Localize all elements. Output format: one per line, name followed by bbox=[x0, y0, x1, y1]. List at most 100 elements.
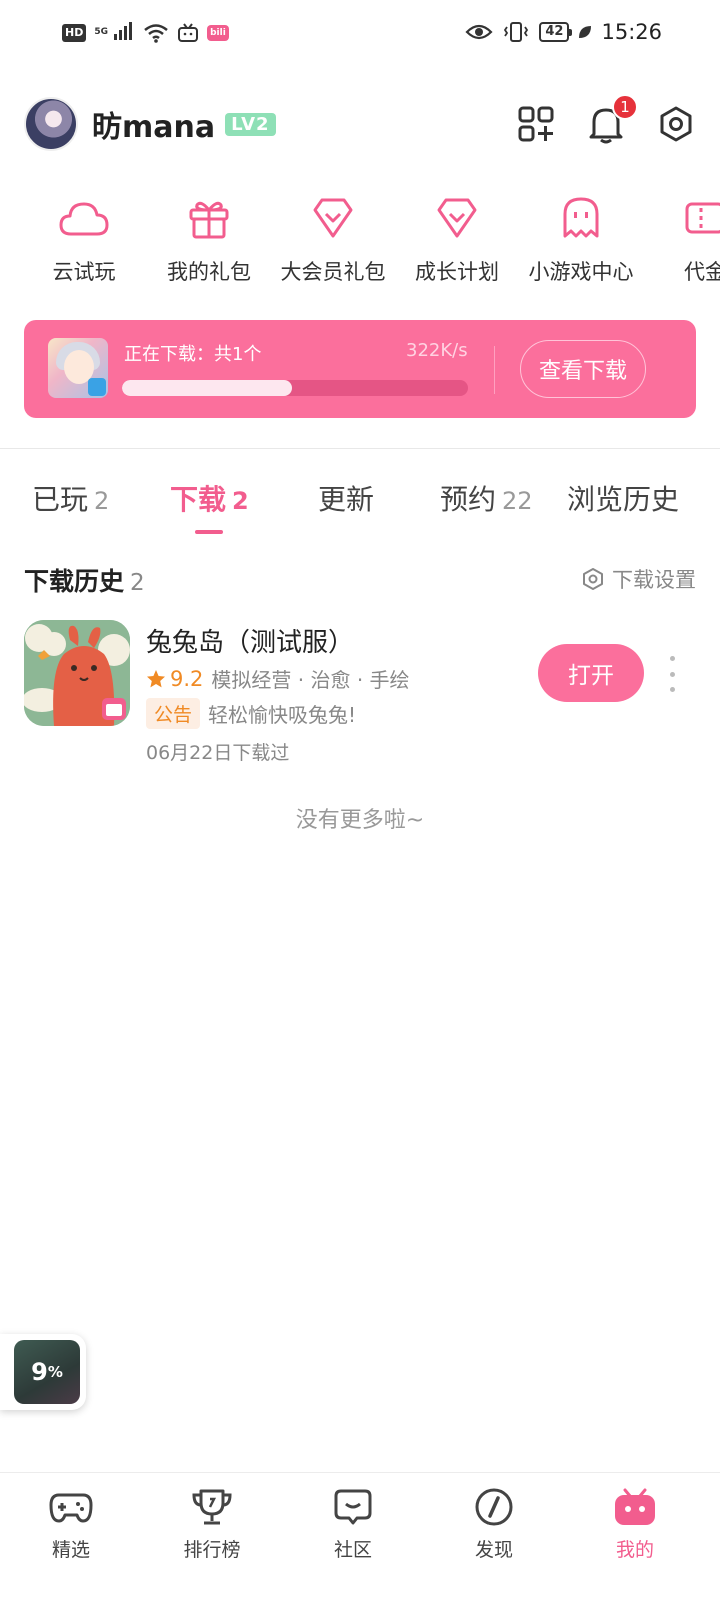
game-notice: 公告 轻松愉快吸兔兔! bbox=[146, 698, 356, 729]
signal-icon: 5G bbox=[94, 22, 135, 44]
cloud-icon bbox=[59, 202, 109, 236]
floating-progress: 9% bbox=[14, 1340, 80, 1404]
tab-label: 已玩 bbox=[32, 483, 89, 516]
floating-percent: 9 bbox=[31, 1358, 48, 1386]
more-options-button[interactable] bbox=[662, 656, 682, 692]
nav-mine[interactable]: 我的 bbox=[585, 1485, 685, 1562]
game-meta: 9.2 模拟经营 · 治愈 · 手绘 bbox=[146, 664, 410, 693]
tab-reservations[interactable]: 预约 22 bbox=[440, 478, 533, 518]
tab-count: 2 bbox=[232, 487, 249, 515]
network-type: 5G bbox=[94, 27, 108, 37]
quick-entry-cloud-play[interactable]: 云试玩 bbox=[19, 192, 149, 286]
bottom-navigation: 精选 排行榜 社区 发现 我的 bbox=[0, 1472, 720, 1600]
gift-icon bbox=[189, 201, 229, 239]
tab-label: 预约 bbox=[440, 483, 497, 516]
avatar[interactable] bbox=[24, 97, 78, 151]
header-actions: 1 bbox=[516, 94, 696, 144]
apps-add-icon bbox=[518, 106, 554, 142]
percent-sign: % bbox=[47, 1363, 63, 1381]
quick-entry-voucher[interactable]: 代金 bbox=[640, 192, 720, 286]
mine-icon bbox=[615, 1488, 655, 1525]
wifi-icon bbox=[144, 24, 168, 43]
tab-count: 22 bbox=[502, 487, 533, 515]
hd-icon: HD bbox=[62, 24, 87, 42]
divider bbox=[0, 448, 720, 449]
tab-bar: 已玩 2 下载 2 更新 预约 22 浏览历史 bbox=[0, 478, 720, 538]
gamepad-icon bbox=[49, 1493, 93, 1523]
trophy-icon bbox=[192, 1489, 232, 1525]
list-item[interactable]: 兔兔岛（测试服） 9.2 模拟经营 · 治愈 · 手绘 公告 轻松愉快吸兔兔! … bbox=[24, 620, 696, 770]
battery-indicator: 42 bbox=[539, 22, 573, 42]
community-icon bbox=[334, 1489, 372, 1525]
quick-entry-label: 云试玩 bbox=[52, 260, 116, 284]
quick-entry-vip-gifts[interactable]: 大会员礼包 bbox=[268, 192, 398, 286]
game-tags: 模拟经营 · 治愈 · 手绘 bbox=[211, 668, 410, 692]
leaf-icon bbox=[579, 26, 592, 38]
notification-button[interactable]: 1 bbox=[586, 94, 638, 144]
download-progress-fill bbox=[122, 380, 292, 396]
floating-download-widget[interactable]: 9% bbox=[0, 1334, 86, 1410]
nav-label: 社区 bbox=[333, 1539, 372, 1561]
tab-count: 2 bbox=[94, 487, 110, 515]
vibrate-icon bbox=[504, 22, 529, 42]
quick-entry-label: 代金 bbox=[684, 260, 720, 284]
notice-tag: 公告 bbox=[146, 698, 201, 729]
notice-text: 轻松愉快吸兔兔! bbox=[208, 703, 357, 727]
quick-entry-label: 小游戏中心 bbox=[528, 260, 634, 284]
nav-discover[interactable]: 发现 bbox=[444, 1485, 544, 1562]
download-history-header: 下载历史 2 下载设置 bbox=[24, 562, 696, 598]
level-badge: LV2 bbox=[225, 112, 276, 136]
nav-community[interactable]: 社区 bbox=[303, 1485, 403, 1562]
game-app-icon[interactable] bbox=[24, 620, 130, 726]
tab-label: 浏览历史 bbox=[567, 483, 680, 516]
nav-rankings[interactable]: 排行榜 bbox=[162, 1485, 262, 1562]
voucher-icon bbox=[685, 202, 720, 234]
quick-entry-my-gifts[interactable]: 我的礼包 bbox=[144, 192, 274, 286]
tab-downloads[interactable]: 下载 2 bbox=[170, 478, 249, 518]
list-end-text: 没有更多啦~ bbox=[295, 808, 425, 833]
profile-header: 昉mana LV2 1 bbox=[24, 94, 696, 152]
rabbit-illustration bbox=[24, 620, 130, 726]
vip-gift-icon bbox=[313, 198, 353, 238]
username[interactable]: 昉mana bbox=[92, 102, 215, 146]
gear-icon bbox=[660, 106, 692, 142]
section-count: 2 bbox=[130, 570, 145, 596]
quick-entry-mini-games[interactable]: 小游戏中心 bbox=[516, 192, 646, 286]
quick-entry-label: 我的礼包 bbox=[167, 260, 251, 284]
nav-label: 排行榜 bbox=[183, 1539, 241, 1561]
download-date: 06月22日下载过 bbox=[146, 742, 290, 764]
open-game-button[interactable]: 打开 bbox=[538, 644, 644, 702]
status-bar: HD 5G bili 42 15:26 bbox=[0, 0, 720, 72]
tab-browse-history[interactable]: 浏览历史 bbox=[567, 478, 679, 518]
view-downloads-button[interactable]: 查看下载 bbox=[520, 340, 646, 398]
status-right: 42 15:26 bbox=[465, 20, 662, 44]
download-progress-bar bbox=[122, 380, 468, 396]
growth-icon bbox=[437, 198, 477, 238]
settings-button[interactable] bbox=[656, 104, 696, 144]
download-progress-banner[interactable]: 正在下载：共1个 322K/s 查看下载 bbox=[24, 320, 696, 418]
quick-entry-growth-plan[interactable]: 成长计划 bbox=[392, 192, 522, 286]
tab-updates[interactable]: 更新 bbox=[318, 478, 374, 518]
star-icon bbox=[147, 669, 165, 687]
quick-entry-label: 大会员礼包 bbox=[280, 260, 386, 284]
quick-entry-label: 成长计划 bbox=[415, 260, 499, 284]
clock: 15:26 bbox=[601, 20, 662, 44]
nav-label: 发现 bbox=[474, 1539, 513, 1561]
nav-featured[interactable]: 精选 bbox=[21, 1485, 121, 1562]
tab-label: 更新 bbox=[318, 483, 375, 516]
quick-entries: 云试玩 我的礼包 大会员礼包 成长计划 小游戏中心 代金 bbox=[0, 192, 720, 292]
tv-icon bbox=[178, 23, 199, 42]
download-speed: 322K/s bbox=[406, 340, 468, 361]
settings-hex-icon bbox=[583, 568, 603, 590]
nav-label: 我的 bbox=[615, 1539, 654, 1561]
download-settings-label: 下载设置 bbox=[612, 568, 696, 592]
status-left: HD 5G bili bbox=[62, 22, 229, 44]
compass-icon bbox=[475, 1488, 513, 1526]
tab-played[interactable]: 已玩 2 bbox=[32, 478, 109, 518]
apps-button[interactable] bbox=[516, 104, 556, 144]
notification-count-badge: 1 bbox=[612, 94, 638, 120]
section-title: 下载历史 bbox=[24, 567, 125, 596]
game-title[interactable]: 兔兔岛（测试服） bbox=[146, 622, 354, 659]
tab-label: 下载 bbox=[170, 483, 227, 516]
download-settings-link[interactable]: 下载设置 bbox=[582, 564, 696, 594]
